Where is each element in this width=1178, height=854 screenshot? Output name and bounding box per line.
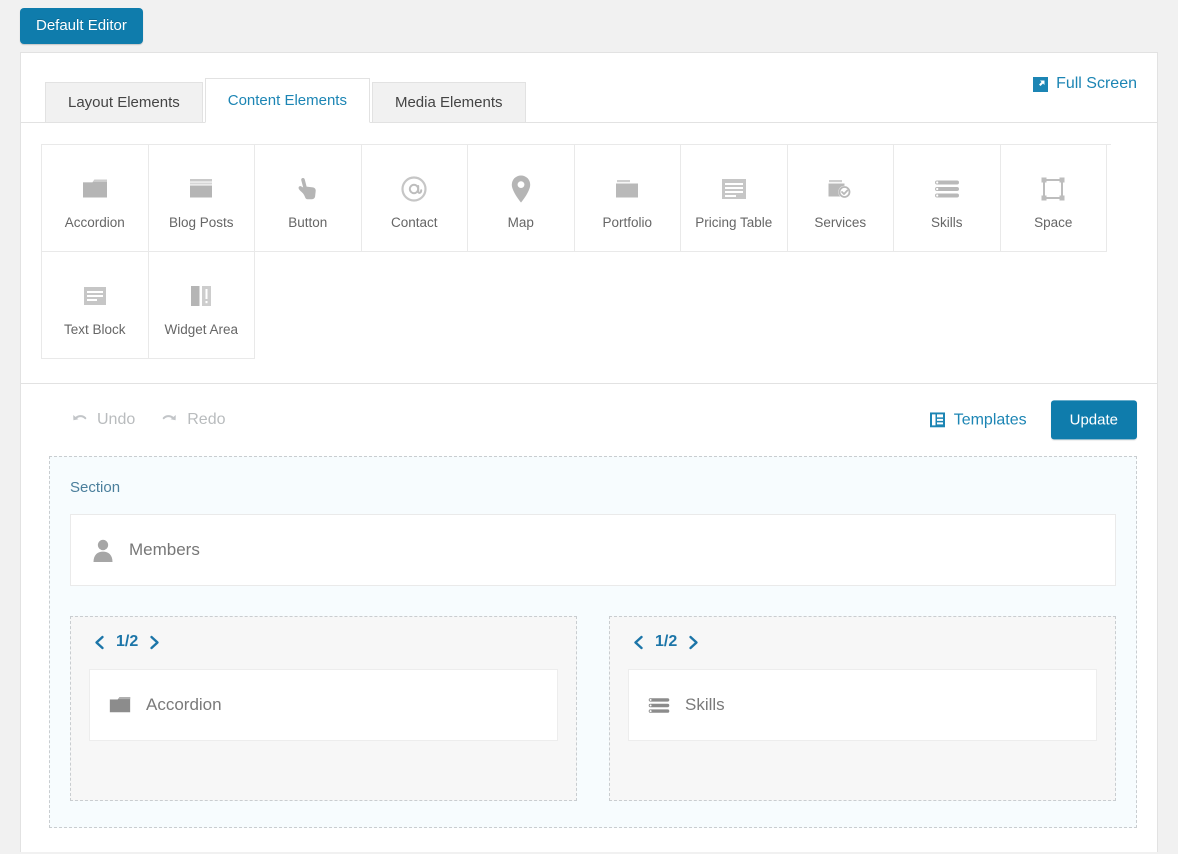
widget-area-icon xyxy=(188,276,214,316)
space-frame-icon xyxy=(1040,169,1066,209)
columns-row: 1/2 Accordion 1/2 Skills xyxy=(70,616,1116,801)
element-label: Map xyxy=(507,214,534,230)
element-services[interactable]: Services xyxy=(787,145,894,252)
chevron-right-icon[interactable] xyxy=(148,635,161,650)
skills-list-icon xyxy=(933,169,961,209)
element-label: Button xyxy=(288,214,328,230)
accordion-icon xyxy=(81,169,109,209)
column-2[interactable]: 1/2 Skills xyxy=(609,616,1116,801)
redo-arrow-icon xyxy=(161,412,178,428)
default-editor-button[interactable]: Default Editor xyxy=(20,8,143,45)
element-label: Blog Posts xyxy=(168,214,234,230)
element-label: Portfolio xyxy=(602,214,653,230)
widget-members[interactable]: Members xyxy=(70,514,1116,586)
column-2-width-label: 1/2 xyxy=(655,633,678,650)
canvas-section[interactable]: Section Members 1/2 Accordion 1/2 Skills xyxy=(49,456,1137,828)
action-bar-right: Templates Update xyxy=(929,400,1137,440)
element-label: Services xyxy=(814,214,867,230)
templates-layout-icon xyxy=(929,412,945,428)
elements-panel: Accordion Blog Posts Button Contact Map … xyxy=(21,123,1157,384)
page-builder-panel: Layout Elements Content Elements Media E… xyxy=(20,52,1158,852)
element-button[interactable]: Button xyxy=(255,145,362,252)
element-tab-bar: Layout Elements Content Elements Media E… xyxy=(21,53,1157,123)
templates-label: Templates xyxy=(953,411,1027,428)
widget-accordion[interactable]: Accordion xyxy=(89,669,558,741)
element-map[interactable]: Map xyxy=(468,145,575,252)
skills-list-icon xyxy=(647,696,671,715)
column-1[interactable]: 1/2 Accordion xyxy=(70,616,577,801)
elements-grid: Accordion Blog Posts Button Contact Map … xyxy=(41,144,1111,359)
services-check-icon xyxy=(826,169,854,209)
chevron-left-icon[interactable] xyxy=(93,635,106,650)
widget-skills[interactable]: Skills xyxy=(628,669,1097,741)
chevron-right-icon[interactable] xyxy=(687,635,700,650)
widget-label: Members xyxy=(129,540,200,559)
tab-strip: Layout Elements Content Elements Media E… xyxy=(45,78,528,123)
column-1-nav: 1/2 xyxy=(93,633,558,651)
full-screen-link[interactable]: Full Screen xyxy=(1033,75,1137,93)
blog-posts-icon xyxy=(187,169,215,209)
element-label: Skills xyxy=(930,214,963,230)
redo-label: Redo xyxy=(187,411,226,428)
at-sign-icon xyxy=(400,169,428,209)
map-pin-icon xyxy=(510,169,532,209)
undo-arrow-icon xyxy=(71,412,88,428)
update-button[interactable]: Update xyxy=(1050,400,1137,440)
element-accordion[interactable]: Accordion xyxy=(42,145,149,252)
text-block-icon xyxy=(81,276,109,316)
undo-button[interactable]: Undo xyxy=(71,411,135,429)
element-widget-area[interactable]: Widget Area xyxy=(148,252,255,359)
element-portfolio[interactable]: Portfolio xyxy=(574,145,681,252)
pointing-hand-icon xyxy=(295,169,321,209)
tab-content-elements[interactable]: Content Elements xyxy=(204,78,370,123)
accordion-icon xyxy=(108,694,132,716)
pricing-table-icon xyxy=(720,169,748,209)
element-label: Contact xyxy=(390,214,438,230)
builder-action-bar: Undo Redo Templates Update xyxy=(21,384,1157,456)
history-controls: Undo Redo xyxy=(71,411,226,429)
tab-layout-elements[interactable]: Layout Elements xyxy=(45,82,203,123)
element-label: Pricing Table xyxy=(695,214,773,230)
element-label: Text Block xyxy=(63,321,126,337)
column-1-width-label: 1/2 xyxy=(116,633,139,650)
templates-button[interactable]: Templates xyxy=(929,411,1027,429)
redo-button[interactable]: Redo xyxy=(161,411,226,429)
fullscreen-icon xyxy=(1033,76,1049,92)
person-icon xyxy=(91,538,115,562)
section-label: Section xyxy=(70,479,121,496)
element-label: Accordion xyxy=(64,214,125,230)
element-space[interactable]: Space xyxy=(1000,145,1107,252)
element-label: Space xyxy=(1034,214,1073,230)
editor-switch-bar: Default Editor xyxy=(0,0,1178,52)
portfolio-folder-icon xyxy=(613,169,641,209)
tab-media-elements[interactable]: Media Elements xyxy=(371,82,526,123)
widget-label: Accordion xyxy=(146,695,222,714)
column-2-nav: 1/2 xyxy=(632,633,1097,651)
undo-label: Undo xyxy=(97,411,136,428)
element-label: Widget Area xyxy=(164,321,239,337)
element-pricing-table[interactable]: Pricing Table xyxy=(681,145,788,252)
element-contact[interactable]: Contact xyxy=(361,145,468,252)
element-blog-posts[interactable]: Blog Posts xyxy=(148,145,255,252)
builder-canvas: Section Members 1/2 Accordion 1/2 Skills xyxy=(21,456,1157,828)
element-text-block[interactable]: Text Block xyxy=(42,252,149,359)
element-skills[interactable]: Skills xyxy=(894,145,1001,252)
chevron-left-icon[interactable] xyxy=(632,635,645,650)
widget-label: Skills xyxy=(685,695,725,714)
full-screen-label: Full Screen xyxy=(1056,75,1137,92)
